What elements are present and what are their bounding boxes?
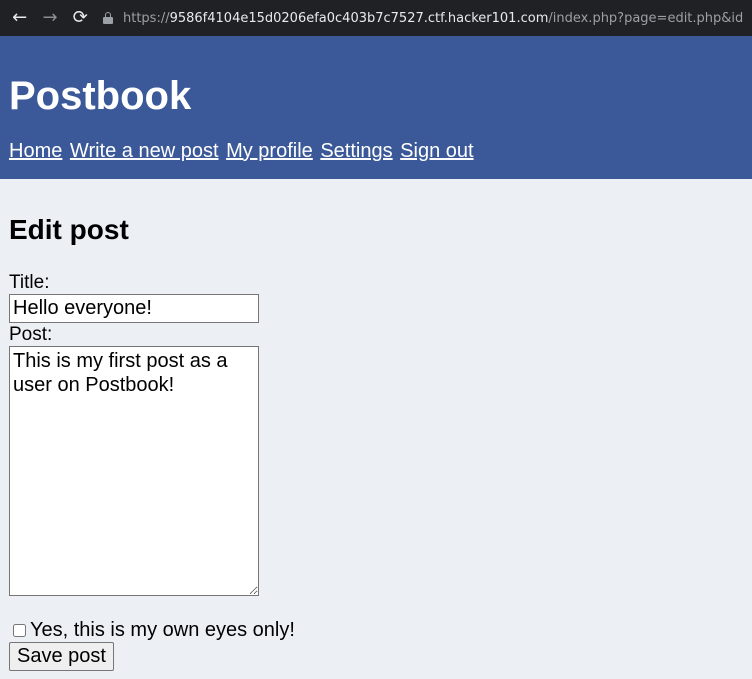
- forward-arrow-icon[interactable]: →: [38, 6, 61, 30]
- private-option: Yes, this is my own eyes only!: [9, 618, 743, 642]
- url-path: /index.php?page=edit.php&id=3: [548, 10, 744, 26]
- page-title: Edit post: [9, 214, 129, 245]
- post-textarea[interactable]: This is my first post as a user on Postb…: [9, 346, 259, 596]
- address-bar[interactable]: https://9586f4104e15d0206efa0c403b7c7527…: [102, 5, 744, 31]
- post-label: Post:: [9, 324, 53, 345]
- main-content: Edit post Title: Post: This is my first …: [0, 179, 752, 671]
- title-label: Title:: [9, 272, 50, 293]
- url-scheme: https://: [122, 10, 170, 26]
- title-input[interactable]: [9, 294, 259, 323]
- reload-icon[interactable]: ⟳: [69, 6, 92, 30]
- nav-link-write-post[interactable]: Write a new post: [70, 140, 219, 162]
- lock-icon: [102, 12, 113, 24]
- nav-link-sign-out[interactable]: Sign out: [400, 140, 473, 162]
- private-label: Yes, this is my own eyes only!: [30, 619, 295, 641]
- nav-link-settings[interactable]: Settings: [320, 140, 392, 162]
- browser-toolbar: ← → ⟳ https://9586f4104e15d0206efa0c403b…: [0, 0, 752, 36]
- url-host: 9586f4104e15d0206efa0c403b7c7527.ctf.hac…: [169, 10, 549, 26]
- site-header: Postbook Home Write a new post My profil…: [0, 36, 752, 179]
- nav-link-my-profile[interactable]: My profile: [226, 140, 313, 162]
- site-nav: Home Write a new post My profile Setting…: [9, 139, 743, 163]
- back-arrow-icon[interactable]: ←: [8, 6, 31, 30]
- save-post-button[interactable]: Save post: [9, 642, 114, 671]
- site-title: Postbook: [9, 74, 192, 118]
- private-checkbox[interactable]: [13, 623, 26, 637]
- nav-link-home[interactable]: Home: [9, 140, 62, 162]
